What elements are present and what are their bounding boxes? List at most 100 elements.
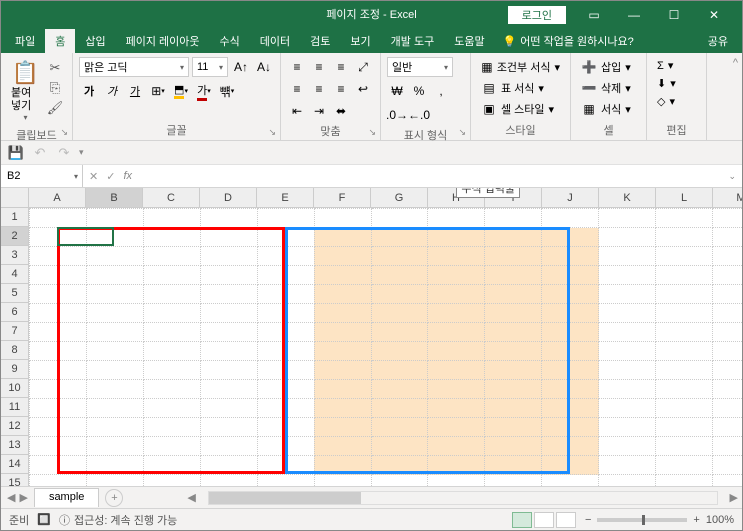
cell-M4[interactable] (713, 266, 742, 285)
cell-L6[interactable] (656, 304, 713, 323)
hscroll-right-icon[interactable]: ▶ (726, 491, 742, 504)
cell-H15[interactable] (428, 475, 485, 487)
row-header-9[interactable]: 9 (1, 360, 29, 379)
number-format-select[interactable]: 일반▾ (387, 57, 453, 77)
page-layout-view-button[interactable] (534, 512, 554, 528)
cell-J15[interactable] (542, 475, 599, 487)
cell-B12[interactable] (86, 418, 143, 437)
col-header-A[interactable]: A (29, 188, 86, 208)
row-header-7[interactable]: 7 (1, 322, 29, 341)
cell-J3[interactable] (542, 247, 599, 266)
tab-file[interactable]: 파일 (5, 29, 45, 53)
hscroll-left-icon[interactable]: ◀ (183, 491, 199, 504)
align-middle-icon[interactable]: ≡ (309, 57, 329, 77)
cell-G5[interactable] (371, 285, 428, 304)
cell-B5[interactable] (86, 285, 143, 304)
cell-F2[interactable] (314, 228, 371, 247)
cell-F11[interactable] (314, 399, 371, 418)
cell-J1[interactable] (542, 209, 599, 228)
cell-B9[interactable] (86, 361, 143, 380)
cell-M13[interactable] (713, 437, 742, 456)
col-header-C[interactable]: C (143, 188, 200, 208)
expand-formula-bar-icon[interactable]: ⌄ (722, 171, 742, 182)
cell-H10[interactable] (428, 380, 485, 399)
page-break-view-button[interactable] (556, 512, 576, 528)
cell-G15[interactable] (371, 475, 428, 487)
comma-icon[interactable]: , (431, 81, 451, 101)
font-size-select[interactable]: 11▾ (192, 57, 228, 77)
format-painter-icon[interactable]: 🖌 (46, 99, 64, 117)
cell-C5[interactable] (143, 285, 200, 304)
cell-G1[interactable] (371, 209, 428, 228)
cell-G14[interactable] (371, 456, 428, 475)
cell-B13[interactable] (86, 437, 143, 456)
cell-L4[interactable] (656, 266, 713, 285)
cell-E11[interactable] (257, 399, 314, 418)
cell-D3[interactable] (200, 247, 257, 266)
sheet-nav-prev-icon[interactable]: ◀ (7, 491, 15, 504)
cell-L15[interactable] (656, 475, 713, 487)
decrease-decimal-icon[interactable]: ←.0 (409, 105, 429, 125)
cell-D14[interactable] (200, 456, 257, 475)
cell-J14[interactable] (542, 456, 599, 475)
cell-B7[interactable] (86, 323, 143, 342)
cell-D4[interactable] (200, 266, 257, 285)
cell-D15[interactable] (200, 475, 257, 487)
cell-D10[interactable] (200, 380, 257, 399)
align-center-icon[interactable]: ≡ (309, 79, 329, 99)
normal-view-button[interactable] (512, 512, 532, 528)
cell-C6[interactable] (143, 304, 200, 323)
autosum-button[interactable]: Σ ▾ (653, 57, 700, 74)
conditional-format-button[interactable]: ▦조건부 서식 ▾ (477, 57, 564, 77)
cell-B2[interactable] (86, 228, 143, 247)
cell-B10[interactable] (86, 380, 143, 399)
cell-F14[interactable] (314, 456, 371, 475)
row-header-5[interactable]: 5 (1, 284, 29, 303)
ribbon-options-icon[interactable]: ▭ (574, 1, 614, 29)
cells-area[interactable] (29, 208, 742, 486)
minimize-icon[interactable]: — (614, 1, 654, 29)
redo-icon[interactable]: ↷ (55, 144, 73, 162)
row-header-10[interactable]: 10 (1, 379, 29, 398)
cell-K12[interactable] (599, 418, 656, 437)
border-button[interactable]: ⊞▾ (148, 81, 168, 101)
tab-layout[interactable]: 페이지 레이아웃 (116, 29, 210, 53)
cell-C4[interactable] (143, 266, 200, 285)
clear-button[interactable]: ◇ ▾ (653, 93, 700, 110)
currency-icon[interactable]: ₩ (387, 81, 407, 101)
qat-customize-icon[interactable]: ▾ (79, 147, 84, 158)
cell-B1[interactable] (86, 209, 143, 228)
cell-K5[interactable] (599, 285, 656, 304)
cell-B14[interactable] (86, 456, 143, 475)
cell-G6[interactable] (371, 304, 428, 323)
cell-M10[interactable] (713, 380, 742, 399)
cell-C9[interactable] (143, 361, 200, 380)
insert-cells-button[interactable]: ➕삽입 ▾ (577, 57, 640, 77)
decrease-font-icon[interactable]: A↓ (254, 57, 274, 77)
cell-M7[interactable] (713, 323, 742, 342)
cell-D13[interactable] (200, 437, 257, 456)
percent-icon[interactable]: % (409, 81, 429, 101)
cell-D6[interactable] (200, 304, 257, 323)
tab-formula[interactable]: 수식 (210, 29, 250, 53)
cell-G4[interactable] (371, 266, 428, 285)
cell-F9[interactable] (314, 361, 371, 380)
new-sheet-button[interactable]: + (105, 489, 123, 507)
cell-A10[interactable] (30, 380, 87, 399)
cell-G8[interactable] (371, 342, 428, 361)
underline-button[interactable]: 가 (125, 81, 145, 101)
cell-A8[interactable] (30, 342, 87, 361)
cell-K3[interactable] (599, 247, 656, 266)
row-header-6[interactable]: 6 (1, 303, 29, 322)
cell-K8[interactable] (599, 342, 656, 361)
cut-icon[interactable]: ✂ (46, 59, 64, 77)
align-left-icon[interactable]: ≡ (287, 79, 307, 99)
cell-C1[interactable] (143, 209, 200, 228)
cell-L8[interactable] (656, 342, 713, 361)
cell-M1[interactable] (713, 209, 742, 228)
cell-J11[interactable] (542, 399, 599, 418)
save-icon[interactable]: 💾 (7, 144, 25, 162)
cell-I1[interactable] (485, 209, 542, 228)
cell-A14[interactable] (30, 456, 87, 475)
cell-L11[interactable] (656, 399, 713, 418)
